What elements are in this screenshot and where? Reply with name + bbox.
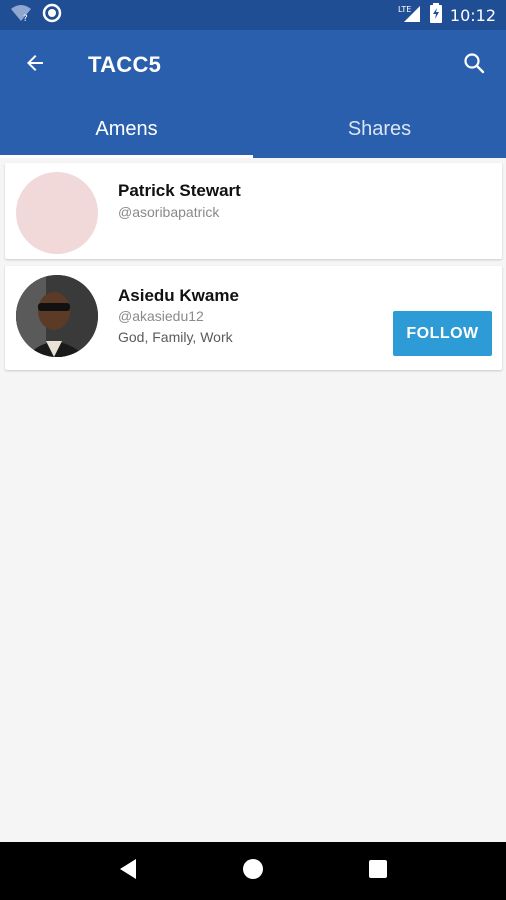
user-card[interactable]: Patrick Stewart @asoribapatrick	[5, 163, 502, 259]
nav-back-button[interactable]	[108, 851, 148, 891]
lte-signal-icon: LTE	[398, 3, 422, 27]
user-handle: @akasiedu12	[118, 308, 204, 324]
tab-label: Amens	[95, 117, 158, 140]
recents-square-icon	[368, 859, 388, 884]
nav-recents-button[interactable]	[358, 851, 398, 891]
svg-text:LTE: LTE	[398, 5, 411, 14]
tab-amens[interactable]: Amens	[0, 100, 253, 158]
status-bar: ? LTE 10:12	[0, 0, 506, 30]
search-icon	[462, 51, 486, 80]
tab-selected-indicator	[0, 155, 253, 158]
back-button[interactable]	[0, 30, 70, 100]
tab-shares[interactable]: Shares	[253, 100, 506, 158]
system-nav-bar	[0, 842, 506, 900]
user-name: Asiedu Kwame	[118, 286, 239, 305]
follow-button[interactable]: FOLLOW	[393, 311, 492, 356]
app-bar: TACC5	[0, 30, 506, 100]
page-title: TACC5	[88, 52, 162, 77]
avatar[interactable]	[16, 275, 98, 357]
user-handle: @asoribapatrick	[118, 204, 220, 220]
avatar[interactable]	[16, 172, 98, 254]
svg-text:?: ?	[23, 14, 28, 23]
status-time: 10:12	[449, 5, 496, 25]
user-card[interactable]: Asiedu Kwame @akasiedu12 God, Family, Wo…	[5, 266, 502, 370]
circle-notification-icon	[42, 3, 62, 28]
user-bio: God, Family, Work	[118, 329, 233, 345]
back-triangle-icon	[118, 858, 138, 885]
home-circle-icon	[242, 858, 264, 885]
tab-label: Shares	[347, 117, 412, 140]
nav-home-button[interactable]	[233, 851, 273, 891]
battery-charging-icon	[429, 3, 442, 27]
search-button[interactable]	[442, 30, 506, 100]
arrow-left-icon	[23, 51, 47, 80]
wifi-question-icon: ?	[10, 3, 32, 28]
user-name: Patrick Stewart	[118, 181, 241, 200]
tab-bar: Amens Shares	[0, 100, 506, 158]
